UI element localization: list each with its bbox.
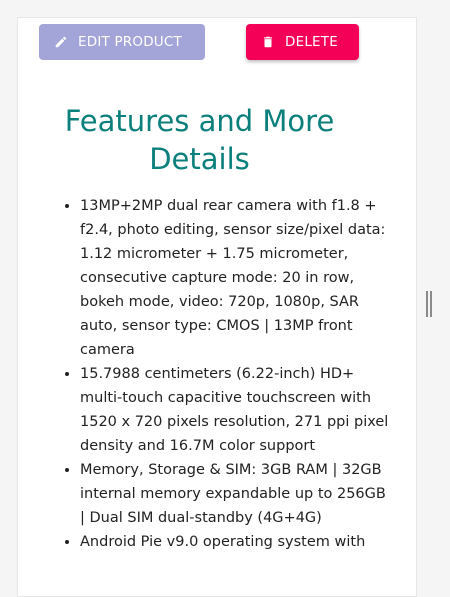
delete-button[interactable]: DELETE [246, 24, 359, 60]
section-title: Features and More Details [64, 104, 335, 176]
feature-item: Android Pie v9.0 operating system with [80, 530, 390, 554]
edit-product-button[interactable]: EDIT PRODUCT [39, 24, 205, 60]
feature-item: Memory, Storage & SIM: 3GB RAM | 32GB in… [80, 458, 390, 530]
trash-icon [260, 34, 276, 50]
delete-label: DELETE [285, 34, 338, 50]
resize-handle[interactable] [426, 291, 432, 317]
product-detail-card: EDIT PRODUCT DELETE Features and More De… [17, 17, 417, 597]
resize-handle-bar [426, 291, 428, 317]
features-list: 13MP+2MP dual rear camera with f1.8 + f2… [62, 194, 390, 554]
feature-item: 15.7988 centimeters (6.22-inch) HD+ mult… [80, 362, 390, 458]
edit-product-label: EDIT PRODUCT [78, 34, 182, 50]
feature-item: 13MP+2MP dual rear camera with f1.8 + f2… [80, 194, 390, 362]
resize-handle-bar [430, 291, 432, 317]
pencil-icon [53, 34, 69, 50]
